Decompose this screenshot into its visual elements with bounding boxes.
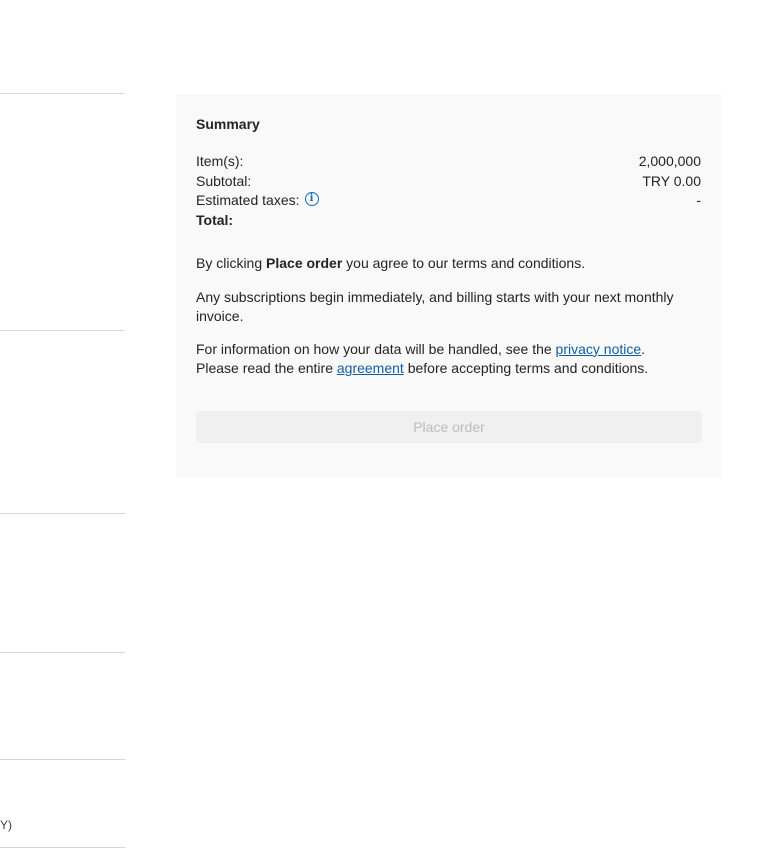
place-order-button[interactable]: Place order [196, 410, 702, 443]
row-label-wrapper: Estimated taxes: i [196, 191, 319, 211]
summary-row-subtotal: Subtotal: TRY 0.00 [196, 172, 701, 192]
terms-prefix: By clicking [196, 255, 267, 271]
row-label: Subtotal: [196, 172, 252, 189]
row-label: Total: [196, 211, 234, 228]
data-note-prefix: For information on how your data will be… [196, 340, 556, 357]
checkout-page: Y) Summary Item(s): 2,000,000 Subtotal: … [0, 0, 772, 850]
summary-rows: Item(s): 2,000,000 Subtotal: TRY 0.00 Es… [196, 152, 701, 230]
data-note: For information on how your data will be… [196, 340, 701, 379]
data-note-period: . [641, 340, 646, 357]
terms-text: By clicking Place order you agree to our… [196, 254, 701, 274]
left-text-fragment: Y) [0, 818, 12, 832]
summary-title: Summary [196, 116, 260, 132]
row-label: Estimated taxes: [196, 192, 300, 208]
summary-row-estimated-taxes: Estimated taxes: i - [196, 191, 701, 211]
left-divider [0, 330, 125, 331]
left-divider [0, 93, 125, 94]
privacy-notice-link[interactable]: privacy notice [556, 341, 642, 357]
agreement-prefix: Please read the entire [196, 360, 337, 376]
info-icon[interactable]: i [304, 191, 319, 206]
row-label: Item(s): [196, 153, 244, 169]
billing-note: Any subscriptions begin immediately, and… [196, 288, 674, 325]
agreement-link[interactable]: agreement [337, 360, 404, 376]
row-value: 2,000,000 [638, 153, 701, 169]
agreement-suffix: before accepting terms and conditions. [403, 360, 649, 376]
terms-suffix: you agree to our terms and conditions. [342, 255, 586, 271]
left-divider [0, 513, 125, 514]
left-divider [0, 759, 125, 760]
terms-emphasis: Place order [266, 255, 343, 271]
left-divider [0, 847, 125, 848]
order-summary-panel: Summary Item(s): 2,000,000 Subtotal: TRY… [176, 94, 721, 478]
summary-row-items: Item(s): 2,000,000 [196, 152, 701, 172]
summary-row-total: Total: [196, 211, 701, 231]
left-divider [0, 652, 125, 653]
row-value: TRY 0.00 [642, 172, 701, 189]
row-value: - [696, 192, 701, 208]
